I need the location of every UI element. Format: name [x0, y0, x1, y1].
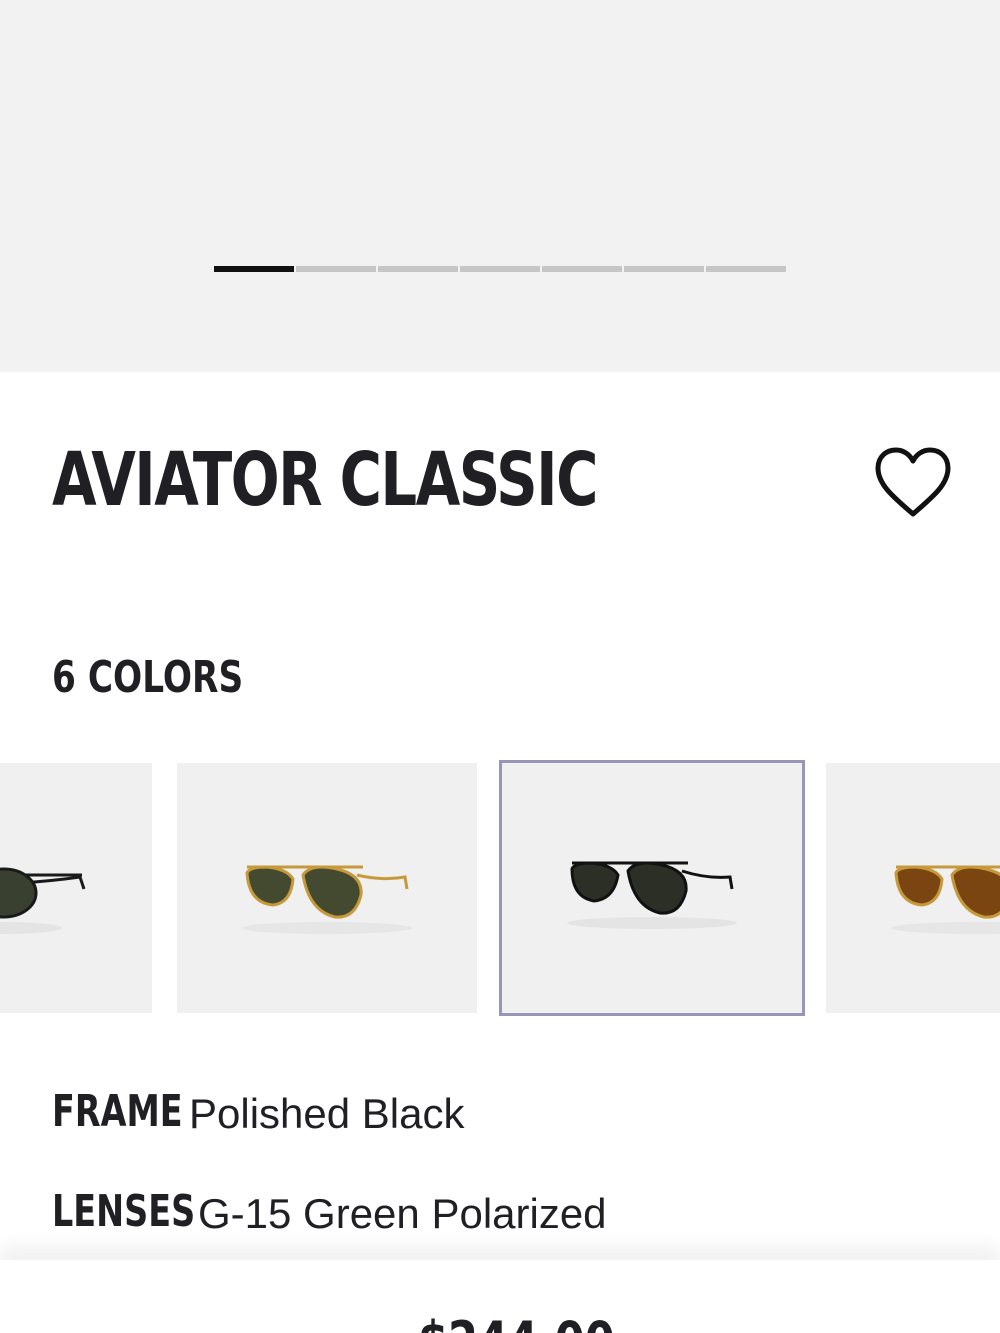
- sunglasses-image: [567, 861, 737, 929]
- sunglasses-image: [242, 865, 412, 934]
- gallery-progress-segment[interactable]: [624, 266, 704, 272]
- product-image-gallery[interactable]: [0, 0, 1000, 372]
- lenses-label: LENSES: [52, 1186, 196, 1237]
- lenses-value: G-15 Green Polarized: [198, 1190, 607, 1237]
- color-swatch-selected[interactable]: [499, 760, 805, 1016]
- lenses-spec-row: LENSES G-15 Green Polarized: [52, 1186, 607, 1237]
- gallery-progress-segment[interactable]: [296, 266, 376, 272]
- color-swatch[interactable]: [826, 763, 1000, 1013]
- color-swatch[interactable]: [177, 763, 477, 1013]
- favorite-button[interactable]: [872, 444, 954, 520]
- product-page: AVIATOR CLASSIC 6 COLORS FRAME Polished …: [0, 0, 1000, 1333]
- gallery-progress-segment[interactable]: [214, 266, 294, 272]
- heart-outline-icon: [875, 447, 951, 517]
- color-swatch[interactable]: [0, 763, 152, 1013]
- frame-label: FRAME: [52, 1086, 183, 1137]
- product-title: AVIATOR CLASSIC: [52, 437, 598, 523]
- gallery-progress-indicator: [214, 266, 786, 272]
- product-price: $244.00: [418, 1310, 615, 1333]
- colors-count-heading: 6 COLORS: [52, 652, 244, 703]
- sunglasses-image: [891, 865, 1000, 934]
- gallery-progress-segment[interactable]: [706, 266, 786, 272]
- frame-spec-row: FRAME Polished Black: [52, 1086, 464, 1137]
- frame-value: Polished Black: [189, 1090, 465, 1137]
- sunglasses-image: [0, 867, 86, 934]
- gallery-progress-segment[interactable]: [542, 266, 622, 272]
- gallery-progress-segment[interactable]: [378, 266, 458, 272]
- gallery-progress-segment[interactable]: [460, 266, 540, 272]
- sticky-purchase-bar: $244.00: [0, 1260, 1000, 1333]
